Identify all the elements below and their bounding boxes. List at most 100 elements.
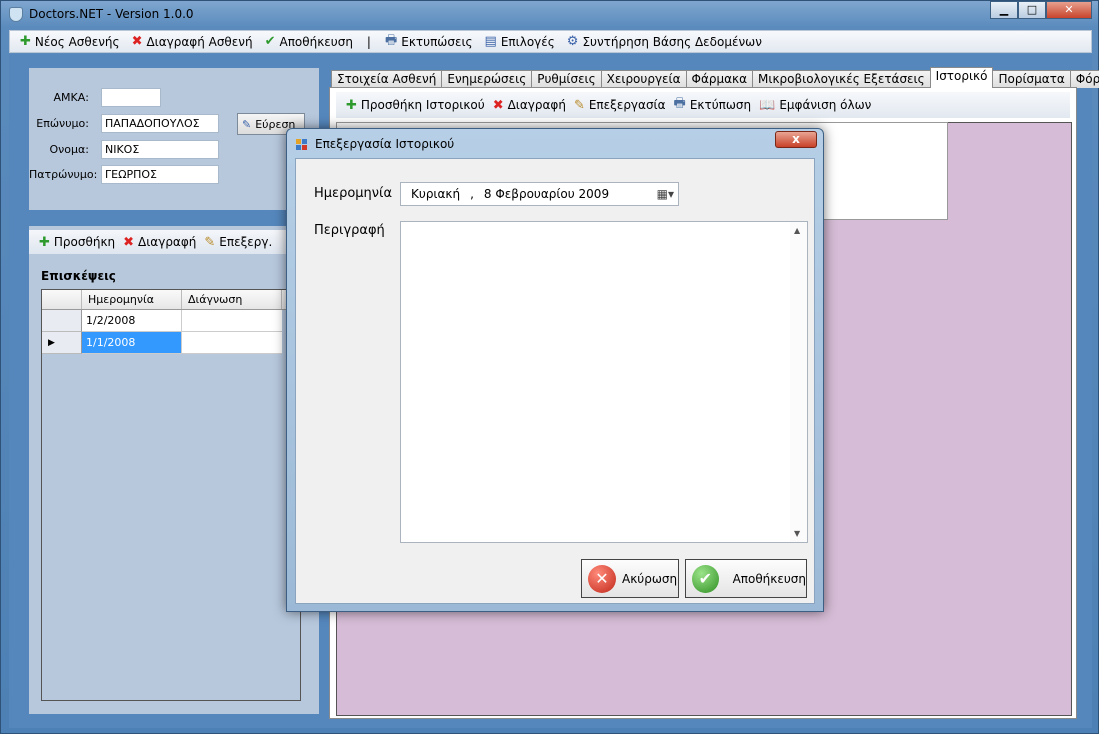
- window-controls: ▁ □ ✕: [990, 1, 1092, 19]
- visit-edit-label: Επεξεργ.: [219, 235, 273, 249]
- new-patient-label: Νέος Ασθενής: [34, 34, 120, 49]
- options-label: Επιλογές: [500, 34, 555, 49]
- toolbar-separator: |: [366, 34, 371, 49]
- plus-icon: ✚: [346, 97, 357, 113]
- db-maintenance-button[interactable]: ⚙ Συντήρηση Βάσης Δεδομένων: [561, 34, 768, 49]
- save-label: Αποθήκευση: [279, 34, 353, 49]
- save-dialog-button[interactable]: ✔ Αποθήκευση: [685, 559, 807, 598]
- history-show-all-label: Εμφάνιση όλων: [779, 98, 872, 112]
- history-toolbar: ✚ Προσθήκη Ιστορικού ✖ Διαγραφή ✎ Επεξεργασ…: [336, 92, 1070, 118]
- history-print-button[interactable]: 🖶 Εκτύπωση: [670, 94, 756, 116]
- save-button[interactable]: ✔ Αποθήκευση: [259, 34, 359, 49]
- date-cell[interactable]: 1/2/2008: [82, 310, 182, 332]
- column-header-diagnosis[interactable]: Διάγνωση: [182, 290, 282, 309]
- description-textarea[interactable]: ▲ ▼: [400, 221, 808, 543]
- visits-toolbar: ✚ Προσθήκη ✖ Διαγραφή ✎ Επεξεργ.: [29, 230, 319, 254]
- prints-label: Εκτυπώσεις: [401, 34, 473, 49]
- patient-search-panel: ΑΜΚΑ: Επώνυμο: ΠΑΠΑΔΟΠΟΥΛΟΣ ✎ Εύρεση Ονο…: [29, 68, 319, 210]
- tab-patient-info[interactable]: Στοιχεία Ασθενή: [331, 70, 443, 88]
- visit-edit-button[interactable]: ✎ Επεξεργ.: [200, 235, 276, 250]
- table-row[interactable]: 1/2/2008: [42, 310, 300, 332]
- history-edit-label: Επεξεργασία: [588, 98, 666, 112]
- column-header-date[interactable]: Ημερομηνία: [82, 290, 182, 309]
- tab-microbiology[interactable]: Μικροβιολογικές Εξετάσεις: [752, 70, 931, 88]
- visits-grid: Ημερομηνία Διάγνωση 1/2/2008 ▶ 1/1/2008: [41, 289, 301, 701]
- calendar-dropdown-icon[interactable]: ▦▾: [657, 187, 674, 201]
- history-print-label: Εκτύπωση: [689, 98, 752, 112]
- date-day-text: Κυριακή: [411, 187, 461, 201]
- edit-icon: ✎: [573, 97, 585, 113]
- title-bar: Doctors.NET - Version 1.0.0 ▁ □ ✕: [1, 1, 1098, 29]
- tab-settings[interactable]: Ρυθμίσεις: [531, 70, 602, 88]
- current-row-indicator[interactable]: ▶: [42, 332, 82, 354]
- edit-icon: ✎: [204, 234, 216, 250]
- surname-input[interactable]: ΠΑΠΑΔΟΠΟΥΛΟΣ: [101, 114, 219, 133]
- edit-history-dialog: Επεξεργασία Ιστορικού x Ημερομηνία Κυρια…: [286, 128, 824, 612]
- prints-button[interactable]: 🖶 Εκτυπώσεις: [379, 31, 479, 53]
- tab-history[interactable]: Ιστορικό: [929, 67, 994, 88]
- history-add-button[interactable]: ✚ Προσθήκη Ιστορικού: [342, 98, 489, 113]
- new-patient-button[interactable]: ✚ Νέος Ασθενής: [14, 34, 126, 49]
- dialog-close-button[interactable]: x: [775, 131, 817, 148]
- description-label: Περιγραφή: [314, 223, 385, 238]
- book-icon: 📖: [759, 97, 776, 113]
- minimize-button[interactable]: ▁: [990, 1, 1018, 19]
- date-value-text: 8 Φεβρουαρίου 2009: [483, 187, 610, 201]
- cancel-icon: ✕: [588, 564, 616, 593]
- options-icon: ▤: [484, 34, 497, 49]
- find-icon: ✎: [242, 117, 252, 131]
- visit-delete-button[interactable]: ✖ Διαγραφή: [119, 235, 200, 250]
- diagnosis-cell[interactable]: [182, 310, 282, 332]
- history-edit-button[interactable]: ✎ Επεξεργασία: [570, 98, 670, 113]
- gear-icon: ⚙: [566, 34, 579, 49]
- check-icon: ✔: [264, 34, 276, 49]
- save-check-icon: ✔: [692, 564, 719, 593]
- main-toolbar: ✚ Νέος Ασθενής ✖ Διαγραφή Ασθενή ✔ Αποθήκευ…: [9, 30, 1092, 53]
- amka-input[interactable]: [101, 88, 161, 107]
- tab-surgeries[interactable]: Χειρουργεία: [600, 70, 687, 88]
- diagnosis-cell[interactable]: [182, 332, 282, 354]
- delete-patient-label: Διαγραφή Ασθενή: [146, 34, 253, 49]
- row-selector[interactable]: [42, 310, 82, 332]
- delete-icon: ✖: [492, 97, 504, 113]
- cancel-label: Ακύρωση: [622, 571, 678, 586]
- history-show-all-button[interactable]: 📖 Εμφάνιση όλων: [755, 98, 875, 113]
- delete-icon: ✖: [123, 234, 135, 250]
- scroll-down-icon[interactable]: ▼: [794, 529, 800, 538]
- amka-row: ΑΜΚΑ:: [29, 88, 161, 107]
- date-label: Ημερομηνία: [314, 186, 393, 201]
- history-delete-button[interactable]: ✖ Διαγραφή: [489, 98, 570, 113]
- visits-title: Επισκέψεις: [41, 269, 116, 283]
- tab-updates[interactable]: Ενημερώσεις: [441, 70, 533, 88]
- tab-forms[interactable]: Φόρμες: [1069, 70, 1099, 88]
- date-picker[interactable]: Κυριακή , 8 Φεβρουαρίου 2009 ▦▾: [400, 182, 679, 206]
- delete-patient-button[interactable]: ✖ Διαγραφή Ασθενή: [126, 34, 259, 49]
- plus-icon: ✚: [20, 34, 31, 49]
- surname-label: Επώνυμο:: [36, 117, 89, 130]
- patient-tabs: Στοιχεία Ασθενή Ενημερώσεις Ρυθμίσεις Χε…: [331, 67, 1099, 88]
- tab-findings[interactable]: Πορίσματα: [992, 70, 1071, 88]
- printer-icon: 🖶: [673, 96, 686, 111]
- visit-delete-label: Διαγραφή: [138, 235, 197, 249]
- cancel-button[interactable]: ✕ Ακύρωση: [581, 559, 679, 598]
- description-scrollbar[interactable]: ▲ ▼: [790, 222, 807, 542]
- father-label: Πατρώνυμο:: [29, 168, 98, 181]
- dialog-body: Ημερομηνία Κυριακή , 8 Φεβρουαρίου 2009 …: [295, 158, 815, 604]
- save-dialog-label: Αποθήκευση: [732, 571, 806, 586]
- maximize-button[interactable]: □: [1018, 1, 1046, 19]
- name-row: Ονομα: ΝΙΚΟΣ: [29, 140, 219, 159]
- father-input[interactable]: ΓΕΩΡΠΟΣ: [101, 165, 219, 184]
- close-button[interactable]: ✕: [1046, 1, 1092, 19]
- db-maintenance-label: Συντήρηση Βάσης Δεδομένων: [582, 34, 762, 49]
- table-row[interactable]: ▶ 1/1/2008: [42, 332, 300, 354]
- plus-icon: ✚: [39, 234, 50, 250]
- tab-medications[interactable]: Φάρμακα: [685, 70, 754, 88]
- scroll-up-icon[interactable]: ▲: [794, 226, 800, 235]
- date-separator: ,: [470, 187, 474, 201]
- date-cell[interactable]: 1/1/2008: [82, 332, 182, 354]
- visit-add-button[interactable]: ✚ Προσθήκη: [35, 235, 119, 250]
- window-title: Doctors.NET - Version 1.0.0: [29, 7, 194, 21]
- name-input[interactable]: ΝΙΚΟΣ: [101, 140, 219, 159]
- grid-header: Ημερομηνία Διάγνωση: [42, 290, 300, 310]
- options-button[interactable]: ▤ Επιλογές: [479, 34, 561, 49]
